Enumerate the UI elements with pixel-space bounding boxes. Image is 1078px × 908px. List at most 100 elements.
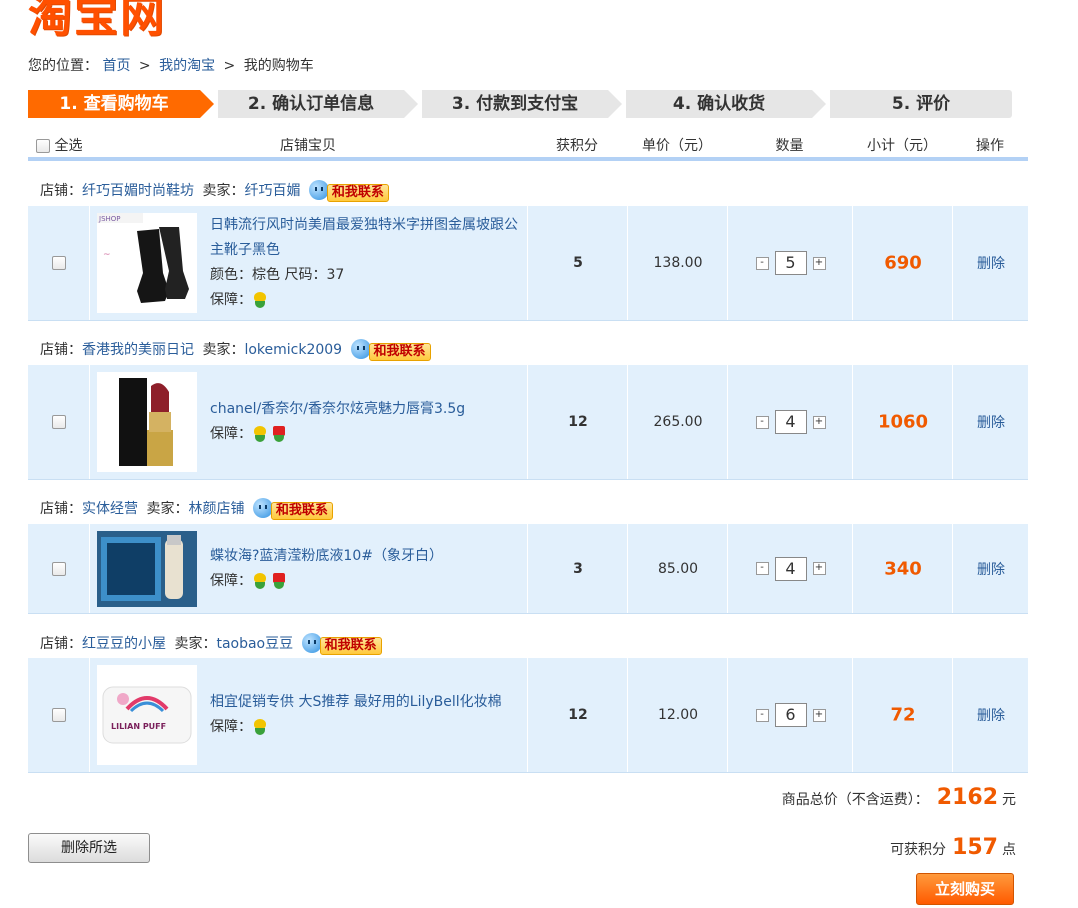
item-points: 3 xyxy=(573,560,583,577)
item-points: 5 xyxy=(573,255,583,271)
shop-name-link[interactable]: 红豆豆的小屋 xyxy=(82,636,166,652)
breadcrumb-home-link[interactable]: 首页 xyxy=(102,58,130,74)
item-ops-cell: 删除 xyxy=(952,365,1029,479)
item-qty-cell: - 4 + xyxy=(727,524,853,613)
delete-selected-button[interactable]: 删除所选 xyxy=(28,833,150,863)
breadcrumb-separator: > xyxy=(138,58,151,74)
guarantee-label: 保障： xyxy=(210,572,252,589)
cart-table-header: 全选 店铺宝贝 获积分 单价（元） 数量 小计（元） 操作 xyxy=(28,130,1028,158)
consumer-protection-icon[interactable] xyxy=(252,292,268,308)
qty-decrease-button[interactable]: - xyxy=(755,562,769,575)
shop-name-link[interactable]: 香港我的美丽日记 xyxy=(82,342,194,358)
item-thumbnail[interactable]: LILIAN PUFF xyxy=(97,665,197,765)
qty-increase-button[interactable]: + xyxy=(812,562,826,575)
item-title-link[interactable]: 蝶妆海?蓝清滢粉底液10#（象牙白） xyxy=(210,548,443,564)
item-title-link[interactable]: chanel/香奈尔/香奈尔炫亮魅力唇膏3.5g xyxy=(210,401,465,417)
qty-input[interactable]: 4 xyxy=(774,410,807,434)
consumer-protection-icon[interactable] xyxy=(252,426,268,442)
genuine-guarantee-icon[interactable] xyxy=(271,426,287,442)
col-points: 获积分 xyxy=(556,138,598,154)
item-checkbox[interactable] xyxy=(52,561,66,576)
item-thumbnail[interactable] xyxy=(97,372,197,472)
qty-input[interactable]: 4 xyxy=(774,556,807,581)
breadcrumb: 您的位置： 首页 > 我的淘宝 > 我的购物车 xyxy=(28,55,314,75)
breadcrumb-my-taobao-link[interactable]: 我的淘宝 xyxy=(159,58,215,74)
col-qty: 数量 xyxy=(775,138,804,154)
seller-name-link[interactable]: 纤巧百媚 xyxy=(244,183,300,199)
qty-input[interactable]: 6 xyxy=(774,703,807,727)
item-checkbox[interactable] xyxy=(52,256,66,270)
delete-item-link[interactable]: 删除 xyxy=(977,415,1005,431)
breadcrumb-separator: > xyxy=(223,58,236,74)
select-all-checkbox[interactable] xyxy=(36,139,50,153)
seller-name-link[interactable]: lokemick2009 xyxy=(244,342,342,358)
earned-points: 可获积分 157 点 xyxy=(890,835,1016,860)
seller-name-link[interactable]: 林颜店铺 xyxy=(188,501,244,517)
delete-item-link[interactable]: 删除 xyxy=(977,256,1005,272)
breadcrumb-prefix: 您的位置： xyxy=(28,58,98,74)
step-confirm-order: 2. 确认订单信息 xyxy=(218,90,422,118)
cart-item-row: LILIAN PUFF 相宜促销专供 大S推荐 最好用的LilyBell化妆棉 … xyxy=(28,658,1028,773)
item-subtotal-cell: 340 xyxy=(852,524,953,613)
consumer-protection-icon[interactable] xyxy=(252,572,268,589)
item-price-cell: 12.00 xyxy=(627,658,728,772)
buy-now-button[interactable]: 立刻购买 xyxy=(916,873,1014,905)
item-qty-cell: - 5 + xyxy=(727,206,853,320)
item-description: 相宜促销专供 大S推荐 最好用的LilyBell化妆棉 保障： xyxy=(210,690,522,740)
contact-seller-button[interactable]: 和我联系 xyxy=(301,633,386,655)
qty-decrease-button[interactable]: - xyxy=(755,415,769,429)
taobao-logo[interactable]: 淘宝网 xyxy=(28,0,166,44)
qty-input[interactable]: 5 xyxy=(774,251,807,275)
item-price-cell: 265.00 xyxy=(627,365,728,479)
contact-label: 和我联系 xyxy=(319,637,382,655)
item-subtotal: 340 xyxy=(884,558,922,579)
item-subtotal-cell: 1060 xyxy=(852,365,953,479)
cart-item-row: 蝶妆海?蓝清滢粉底液10#（象牙白） 保障： 3 85.00 - 4 + 340… xyxy=(28,524,1028,614)
item-checkbox[interactable] xyxy=(52,708,66,722)
item-title-link[interactable]: 相宜促销专供 大S推荐 最好用的LilyBell化妆棉 xyxy=(210,694,502,710)
shop-label: 店铺： xyxy=(40,183,82,199)
shop-name-link[interactable]: 纤巧百媚时尚鞋坊 xyxy=(82,183,194,199)
contact-seller-button[interactable]: 和我联系 xyxy=(252,498,337,520)
item-description: 蝶妆海?蓝清滢粉底液10#（象牙白） 保障： xyxy=(210,544,522,594)
seller-name-link[interactable]: taobao豆豆 xyxy=(216,636,293,652)
item-info-cell: 蝶妆海?蓝清滢粉底液10#（象牙白） 保障： xyxy=(89,524,528,613)
item-subtotal: 1060 xyxy=(877,411,929,433)
cart-item-row: JSHOP ~ 日韩流行风时尚美眉最爱独特米字拼图金属坡跟公主靴子黑色 颜色：棕… xyxy=(28,206,1028,321)
qty-decrease-button[interactable]: - xyxy=(755,256,769,270)
step-pay-alipay: 3. 付款到支付宝 xyxy=(422,90,626,118)
delete-item-link[interactable]: 删除 xyxy=(977,708,1005,724)
item-select-cell xyxy=(28,365,88,479)
item-title-link[interactable]: 日韩流行风时尚美眉最爱独特米字拼图金属坡跟公主靴子黑色 xyxy=(210,217,518,258)
qty-increase-button[interactable]: + xyxy=(812,256,826,270)
header-divider xyxy=(28,157,1028,161)
qty-decrease-button[interactable]: - xyxy=(755,708,769,722)
guarantee-label: 保障： xyxy=(210,292,252,308)
contact-seller-button[interactable]: 和我联系 xyxy=(350,339,435,361)
qty-increase-button[interactable]: + xyxy=(812,415,826,429)
step-label: 1. 查看购物车 xyxy=(59,94,169,114)
wangwang-icon xyxy=(301,633,322,653)
genuine-guarantee-icon[interactable] xyxy=(271,572,287,589)
contact-seller-button[interactable]: 和我联系 xyxy=(308,180,393,202)
shop-line: 店铺：香港我的美丽日记 卖家：lokemick2009 和我联系 xyxy=(40,339,435,361)
item-ops-cell: 删除 xyxy=(952,206,1029,320)
item-thumbnail[interactable] xyxy=(97,530,197,607)
shop-line: 店铺：红豆豆的小屋 卖家：taobao豆豆 和我联系 xyxy=(40,633,386,655)
guarantee-label: 保障： xyxy=(210,426,252,442)
item-thumbnail[interactable]: JSHOP ~ xyxy=(97,213,197,313)
item-select-cell xyxy=(28,658,88,772)
qty-increase-button[interactable]: + xyxy=(812,708,826,722)
delete-item-link[interactable]: 删除 xyxy=(977,562,1005,578)
select-all-group[interactable]: 全选 xyxy=(36,135,82,155)
item-info-cell: LILIAN PUFF 相宜促销专供 大S推荐 最好用的LilyBell化妆棉 … xyxy=(89,658,528,772)
shop-name-link[interactable]: 实体经营 xyxy=(82,501,138,517)
contact-label: 和我联系 xyxy=(326,184,389,202)
shop-label: 店铺： xyxy=(40,636,82,652)
cart-item-row: chanel/香奈尔/香奈尔炫亮魅力唇膏3.5g 保障： 12 265.00 -… xyxy=(28,365,1028,480)
total-value: 2162 xyxy=(936,785,998,810)
consumer-protection-icon[interactable] xyxy=(252,719,268,735)
contact-label: 和我联系 xyxy=(368,343,431,361)
total-unit: 元 xyxy=(1002,792,1016,808)
item-checkbox[interactable] xyxy=(52,415,66,429)
